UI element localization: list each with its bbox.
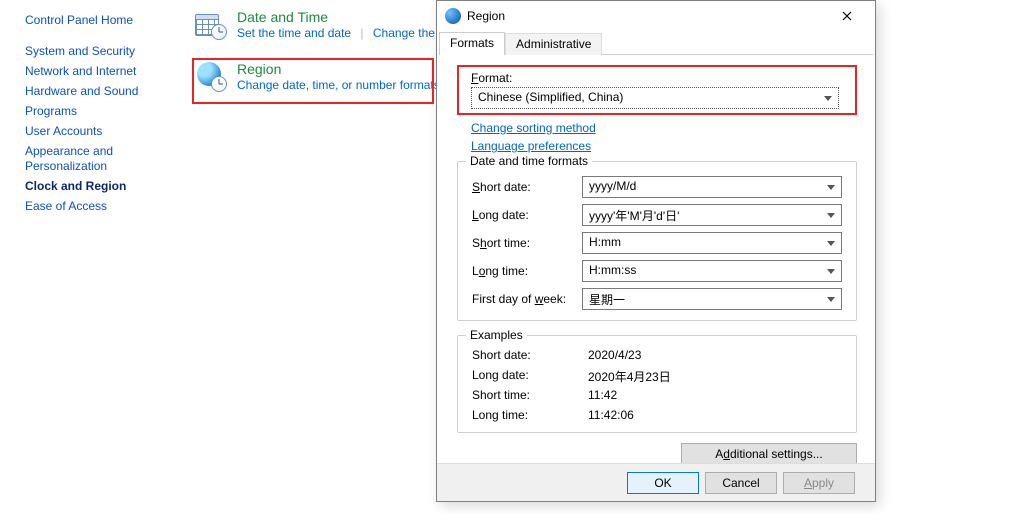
select-long-time[interactable]: H:mm:ss (582, 260, 842, 282)
category-region: Region Change date, time, or number form… (195, 60, 454, 92)
control-panel-nav: Control Panel Home System and Security N… (25, 8, 165, 219)
select-first-day-of-week[interactable]: 星期一 (582, 288, 842, 310)
example-short-date-value: 2020/4/23 (588, 348, 641, 362)
row-long-date: Long date: yyyy'年'M'月'd'日' (472, 204, 842, 226)
label-long-date: Long date: (472, 208, 582, 222)
control-panel-content: Date and Time Set the time and date | Ch… (195, 8, 454, 110)
label-long-time: Long time: (472, 264, 582, 278)
group-examples-legend: Examples (466, 328, 527, 342)
globe-clock-icon (195, 60, 227, 92)
format-select[interactable]: Chinese (Simplified, China) (471, 87, 839, 109)
group-examples: Examples Short date: 2020/4/23 Long date… (457, 335, 857, 433)
nav-item-system-security[interactable]: System and Security (25, 44, 165, 59)
nav-item-hardware-sound[interactable]: Hardware and Sound (25, 84, 165, 99)
row-short-time: Short time: H:mm (472, 232, 842, 254)
row-long-time: Long time: H:mm:ss (472, 260, 842, 282)
dialog-tabs: Formats Administrative (439, 31, 873, 55)
link-separator: | (360, 26, 363, 40)
format-label: Format: (471, 71, 512, 85)
example-short-time-value: 11:42 (588, 388, 617, 402)
region-dialog: Region Formats Administrative Format: Ch… (436, 0, 876, 502)
tab-formats[interactable]: Formats (439, 32, 505, 55)
cancel-button[interactable]: Cancel (705, 472, 777, 494)
close-icon (842, 11, 852, 21)
link-change-sorting-method[interactable]: Change sorting method (471, 121, 596, 135)
nav-item-ease-of-access[interactable]: Ease of Access (25, 199, 165, 214)
additional-settings-button[interactable]: Additional settings... (681, 443, 857, 465)
nav-home[interactable]: Control Panel Home (25, 13, 165, 28)
tab-administrative[interactable]: Administrative (505, 33, 602, 55)
nav-item-appearance[interactable]: Appearance and Personalization (25, 144, 165, 174)
ok-button[interactable]: OK (627, 472, 699, 494)
example-short-date-label: Short date: (472, 348, 531, 362)
nav-item-programs[interactable]: Programs (25, 104, 165, 119)
label-short-time: Short time: (472, 236, 582, 250)
dialog-title: Region (467, 9, 827, 23)
example-long-date-value: 2020年4月23日 (588, 368, 671, 385)
label-first-day-of-week: First day of week: (472, 292, 582, 306)
link-language-preferences[interactable]: Language preferences (471, 139, 591, 153)
group-date-time-formats: Date and time formats Short date: yyyy/M… (457, 161, 857, 321)
category-date-time: Date and Time Set the time and date | Ch… (195, 8, 454, 40)
link-change-formats[interactable]: Change date, time, or number formats (237, 78, 440, 92)
select-short-date[interactable]: yyyy/M/d (582, 176, 842, 198)
formats-panel: Format: Chinese (Simplified, China) Chan… (447, 59, 865, 473)
region-dialog-icon (445, 8, 461, 24)
dialog-titlebar: Region (437, 1, 875, 31)
control-panel-window: Control Panel Home System and Security N… (0, 0, 1024, 514)
select-long-date[interactable]: yyyy'年'M'月'd'日' (582, 204, 842, 226)
example-long-time-label: Long time: (472, 408, 528, 422)
group-date-time-formats-legend: Date and time formats (466, 154, 592, 168)
example-long-time-value: 11:42:06 (588, 408, 634, 422)
row-first-day-of-week: First day of week: 星期一 (472, 288, 842, 310)
dialog-footer: OK Cancel Apply (437, 463, 875, 501)
select-short-time[interactable]: H:mm (582, 232, 842, 254)
link-set-time-date[interactable]: Set the time and date (237, 26, 351, 40)
format-select-value: Chinese (Simplified, China) (478, 90, 623, 104)
nav-item-user-accounts[interactable]: User Accounts (25, 124, 165, 139)
example-long-date-label: Long date: (472, 368, 529, 382)
category-region-title[interactable]: Region (237, 60, 454, 78)
nav-item-clock-region[interactable]: Clock and Region (25, 179, 165, 194)
close-button[interactable] (827, 3, 867, 29)
nav-item-network-internet[interactable]: Network and Internet (25, 64, 165, 79)
category-date-time-title[interactable]: Date and Time (237, 8, 454, 26)
row-short-date: Short date: yyyy/M/d (472, 176, 842, 198)
label-short-date: Short date: (472, 180, 582, 194)
apply-button[interactable]: Apply (783, 472, 855, 494)
example-short-time-label: Short time: (472, 388, 530, 402)
calendar-clock-icon (195, 8, 227, 40)
